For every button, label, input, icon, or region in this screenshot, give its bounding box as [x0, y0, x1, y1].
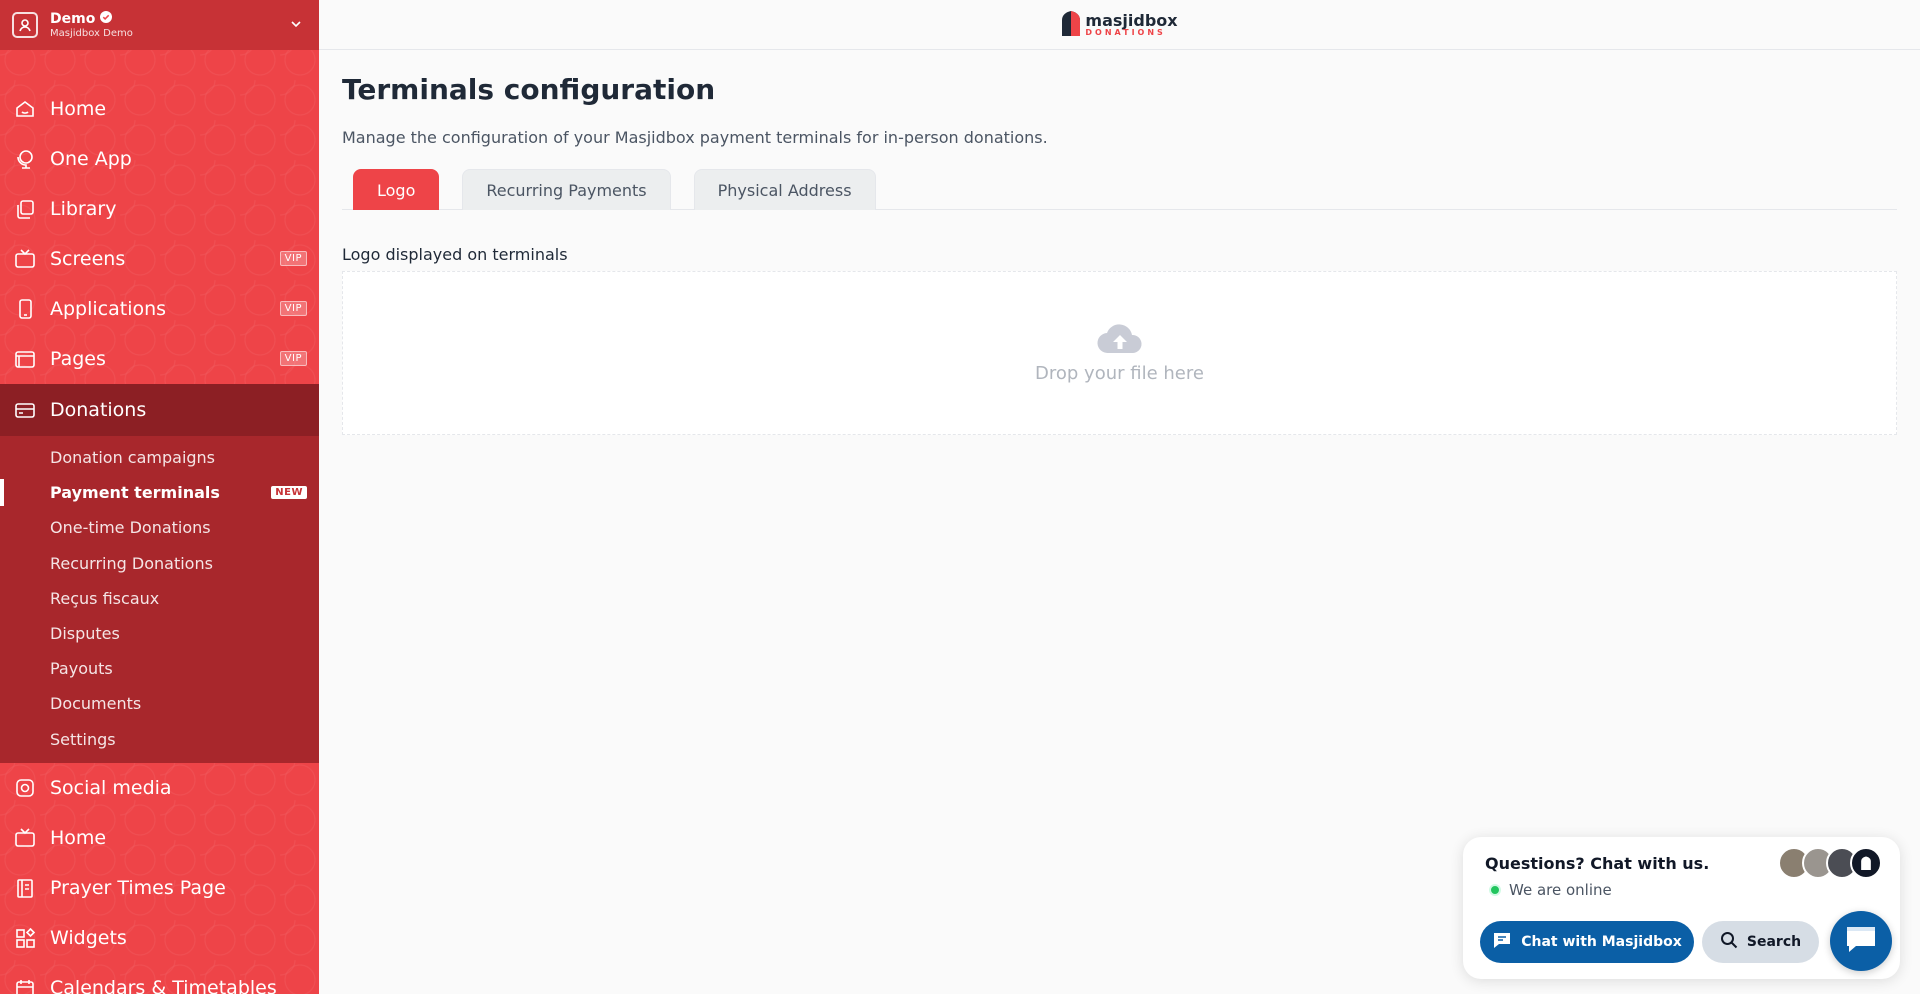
chat-icon	[1844, 924, 1878, 958]
chat-status-text: We are online	[1509, 881, 1612, 899]
sidebar-item-label: Home	[50, 98, 107, 120]
sidebar-item-widgets[interactable]: Widgets	[0, 913, 319, 963]
sidebar-item-label: Prayer Times Page	[50, 876, 226, 899]
sidebar: Demo Masjidbox Demo Home One App Library…	[0, 0, 319, 994]
browser-icon	[12, 346, 38, 372]
sidebar-item-label: Pages	[50, 348, 106, 370]
sidebar-item-donations[interactable]: Donations	[0, 384, 319, 436]
logo-main-text: masjidbox	[1085, 10, 1178, 30]
vip-badge: VIP	[279, 301, 307, 316]
sidebar-item-label: Screens	[50, 248, 126, 270]
submenu-item-label: One-time Donations	[50, 518, 211, 538]
mosque-logo-icon	[1061, 10, 1081, 40]
submenu-item-payment-terminals[interactable]: Payment terminals NEW	[0, 475, 319, 510]
sidebar-item-library[interactable]: Library	[0, 184, 319, 234]
sidebar-item-label: Calendars & Timetables	[50, 976, 277, 994]
agent-avatars	[1778, 847, 1882, 879]
card-icon	[12, 397, 38, 423]
sidebar-item-label: Library	[50, 198, 117, 220]
tab-recurring-payments[interactable]: Recurring Payments	[462, 169, 671, 210]
sidebar-item-label: Applications	[50, 298, 167, 320]
vip-badge: VIP	[279, 351, 307, 366]
submenu-item-label: Payouts	[50, 659, 113, 679]
tab-bar: Logo Recurring Payments Physical Address	[342, 169, 1897, 210]
sidebar-item-label: Home	[50, 826, 107, 849]
library-icon	[12, 196, 38, 222]
chat-button-label: Chat with Masjidbox	[1521, 934, 1682, 950]
tv-icon	[12, 246, 38, 272]
submenu-item-donation-campaigns[interactable]: Donation campaigns	[0, 440, 319, 475]
top-bar: masjidbox DONATIONS	[319, 0, 1920, 50]
submenu-item-recurring-donations[interactable]: Recurring Donations	[0, 546, 319, 581]
vip-badge: VIP	[279, 251, 307, 266]
sidebar-item-label: Social media	[50, 776, 172, 799]
instagram-icon	[12, 775, 38, 801]
org-subtitle: Masjidbox Demo	[50, 27, 133, 39]
sidebar-item-screens[interactable]: Screens VIP	[0, 234, 319, 284]
submenu-item-label: Payment terminals	[50, 483, 220, 503]
user-avatar-icon	[12, 12, 38, 38]
submenu-item-label: Settings	[50, 729, 116, 749]
submenu-item-recus-fiscaux[interactable]: Reçus fiscaux	[0, 581, 319, 616]
submenu-item-label: Donation campaigns	[50, 448, 216, 468]
submenu-item-label: Disputes	[50, 624, 120, 644]
search-icon	[1720, 931, 1738, 953]
widgets-icon	[12, 925, 38, 951]
org-switcher[interactable]: Demo Masjidbox Demo	[0, 0, 319, 50]
home-icon	[12, 96, 38, 122]
page-title: Terminals configuration	[342, 73, 716, 106]
submenu-item-one-time-donations[interactable]: One-time Donations	[0, 510, 319, 545]
online-dot-icon	[1489, 884, 1501, 896]
sidebar-item-applications[interactable]: Applications VIP	[0, 284, 319, 334]
masjidbox-logo[interactable]: masjidbox DONATIONS	[1061, 10, 1178, 40]
chat-status: We are online	[1489, 881, 1612, 899]
search-button-label: Search	[1746, 934, 1802, 950]
submenu-item-label: Reçus fiscaux	[50, 588, 160, 608]
page-description: Manage the configuration of your Masjidb…	[342, 128, 1048, 147]
donations-submenu: Donation campaigns Payment terminals NEW …	[0, 436, 319, 763]
masjidbox-avatar-icon	[1850, 847, 1882, 879]
sidebar-item-label: One App	[50, 148, 132, 170]
submenu-item-label: Documents	[50, 694, 142, 714]
sidebar-item-label: Donations	[50, 399, 147, 421]
sidebar-item-social-media[interactable]: Social media	[0, 763, 319, 813]
chat-bubble-icon	[1492, 930, 1512, 954]
sidebar-item-home-2[interactable]: Home	[0, 813, 319, 863]
phone-icon	[12, 296, 38, 322]
chat-title: Questions? Chat with us.	[1485, 854, 1710, 873]
chat-with-masjidbox-button[interactable]: Chat with Masjidbox	[1480, 921, 1694, 963]
new-badge: NEW	[271, 486, 307, 500]
chevron-down-icon[interactable]	[289, 16, 303, 35]
book-icon	[12, 875, 38, 901]
submenu-item-disputes[interactable]: Disputes	[0, 616, 319, 651]
sidebar-item-calendars-timetables[interactable]: Calendars & Timetables	[0, 963, 319, 994]
sidebar-item-home[interactable]: Home	[0, 84, 319, 134]
sidebar-item-pages[interactable]: Pages VIP	[0, 334, 319, 384]
tab-physical-address[interactable]: Physical Address	[693, 169, 876, 210]
sidebar-nav: Home One App Library Screens VIP Applica…	[0, 50, 319, 994]
sidebar-item-one-app[interactable]: One App	[0, 134, 319, 184]
cloud-upload-icon	[1096, 323, 1144, 359]
calendar-icon	[12, 975, 38, 994]
logo-sub-text: DONATIONS	[1085, 27, 1166, 37]
logo-field-label: Logo displayed on terminals	[342, 245, 568, 264]
submenu-item-label: Recurring Donations	[50, 553, 213, 573]
submenu-item-settings[interactable]: Settings	[0, 722, 319, 757]
tab-logo[interactable]: Logo	[353, 169, 440, 210]
file-dropzone[interactable]: Drop your file here	[342, 271, 1897, 435]
dropzone-text: Drop your file here	[1035, 362, 1204, 384]
sidebar-item-prayer-times-page[interactable]: Prayer Times Page	[0, 863, 319, 913]
search-button[interactable]: Search	[1702, 921, 1819, 963]
org-info: Demo Masjidbox Demo	[50, 10, 133, 39]
sidebar-item-label: Widgets	[50, 926, 127, 949]
submenu-item-documents[interactable]: Documents	[0, 686, 319, 721]
chat-launcher-button[interactable]	[1830, 911, 1892, 971]
submenu-item-payouts[interactable]: Payouts	[0, 651, 319, 686]
globe-icon	[12, 146, 38, 172]
verified-icon	[100, 11, 113, 27]
tv-icon	[12, 825, 38, 851]
org-name: Demo	[50, 10, 96, 27]
main-content: Terminals configuration Manage the confi…	[342, 50, 1897, 435]
